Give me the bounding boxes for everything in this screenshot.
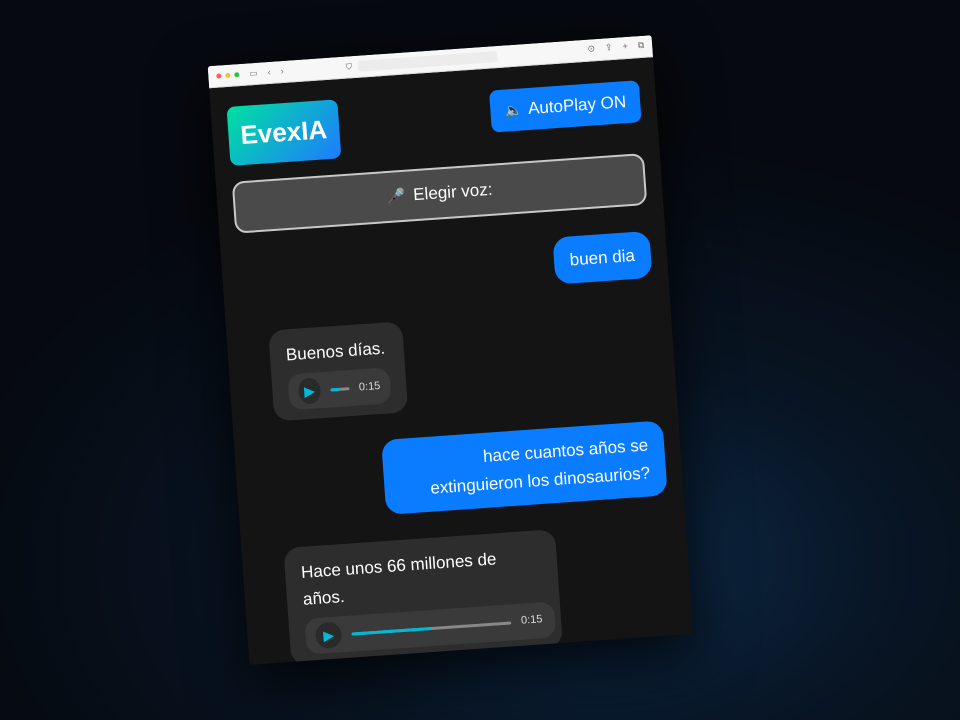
audio-progress-fill	[351, 626, 432, 636]
minimize-window-button[interactable]	[225, 72, 231, 79]
sidebar-icon[interactable]: ▭	[249, 68, 258, 79]
message-text: buen dia	[569, 245, 636, 270]
user-message: hace cuantos años se extinguieron los di…	[381, 420, 668, 515]
chat-messages: buen dia Buenos días. ▶ 0:15 hace cuanto…	[237, 230, 678, 665]
autoplay-toggle-button[interactable]: 🔈 AutoPlay ON	[489, 80, 642, 133]
shield-icon: ⛉	[345, 62, 353, 72]
close-window-button[interactable]	[216, 73, 222, 79]
bot-message: Buenos días. ▶ 0:15	[268, 321, 409, 422]
audio-time: 0:15	[520, 613, 543, 628]
voice-select-label: Elegir voz:	[412, 179, 494, 205]
browser-window: ▭ ‹ › ⛉ ⊙ ⇪ + ⧉ EvexIA 🔈 AutoPlay ON 🎤 E…	[207, 35, 694, 665]
back-icon[interactable]: ‹	[267, 67, 271, 77]
tabs-overview-icon[interactable]: ⧉	[637, 40, 644, 51]
play-icon[interactable]: ▶	[297, 377, 322, 406]
audio-player: ▶ 0:15	[287, 367, 392, 411]
speaker-icon: 🔈	[504, 100, 523, 119]
audio-time: 0:15	[358, 379, 381, 394]
message-text: hace cuantos años se extinguieron los di…	[429, 435, 651, 498]
message-text: Buenos días.	[285, 338, 386, 365]
chat-app: EvexIA 🔈 AutoPlay ON 🎤 Elegir voz: buen …	[209, 57, 693, 665]
forward-icon[interactable]: ›	[280, 66, 284, 76]
microphone-icon: 🎤	[386, 187, 406, 207]
bot-message: Hace unos 66 millones de años. ▶ 0:15	[283, 528, 563, 665]
audio-progress-track[interactable]	[351, 621, 512, 636]
audio-player: ▶ 0:15	[304, 601, 557, 655]
download-icon[interactable]: ⊙	[587, 43, 595, 54]
share-icon[interactable]: ⇪	[605, 42, 613, 53]
browser-actions: ⊙ ⇪ + ⧉	[587, 40, 644, 55]
user-message: buen dia	[552, 230, 653, 285]
autoplay-label: AutoPlay ON	[527, 92, 627, 118]
voice-select-button[interactable]: 🎤 Elegir voz:	[231, 153, 648, 234]
new-tab-icon[interactable]: +	[622, 41, 628, 52]
audio-progress-fill	[330, 387, 340, 392]
window-controls	[216, 72, 240, 79]
maximize-window-button[interactable]	[234, 72, 240, 78]
audio-progress-track[interactable]	[330, 387, 350, 392]
play-icon[interactable]: ▶	[314, 621, 343, 650]
app-logo: EvexIA	[226, 99, 342, 166]
message-text: Hace unos 66 millones de años.	[300, 549, 497, 609]
app-header: EvexIA 🔈 AutoPlay ON	[226, 78, 643, 166]
